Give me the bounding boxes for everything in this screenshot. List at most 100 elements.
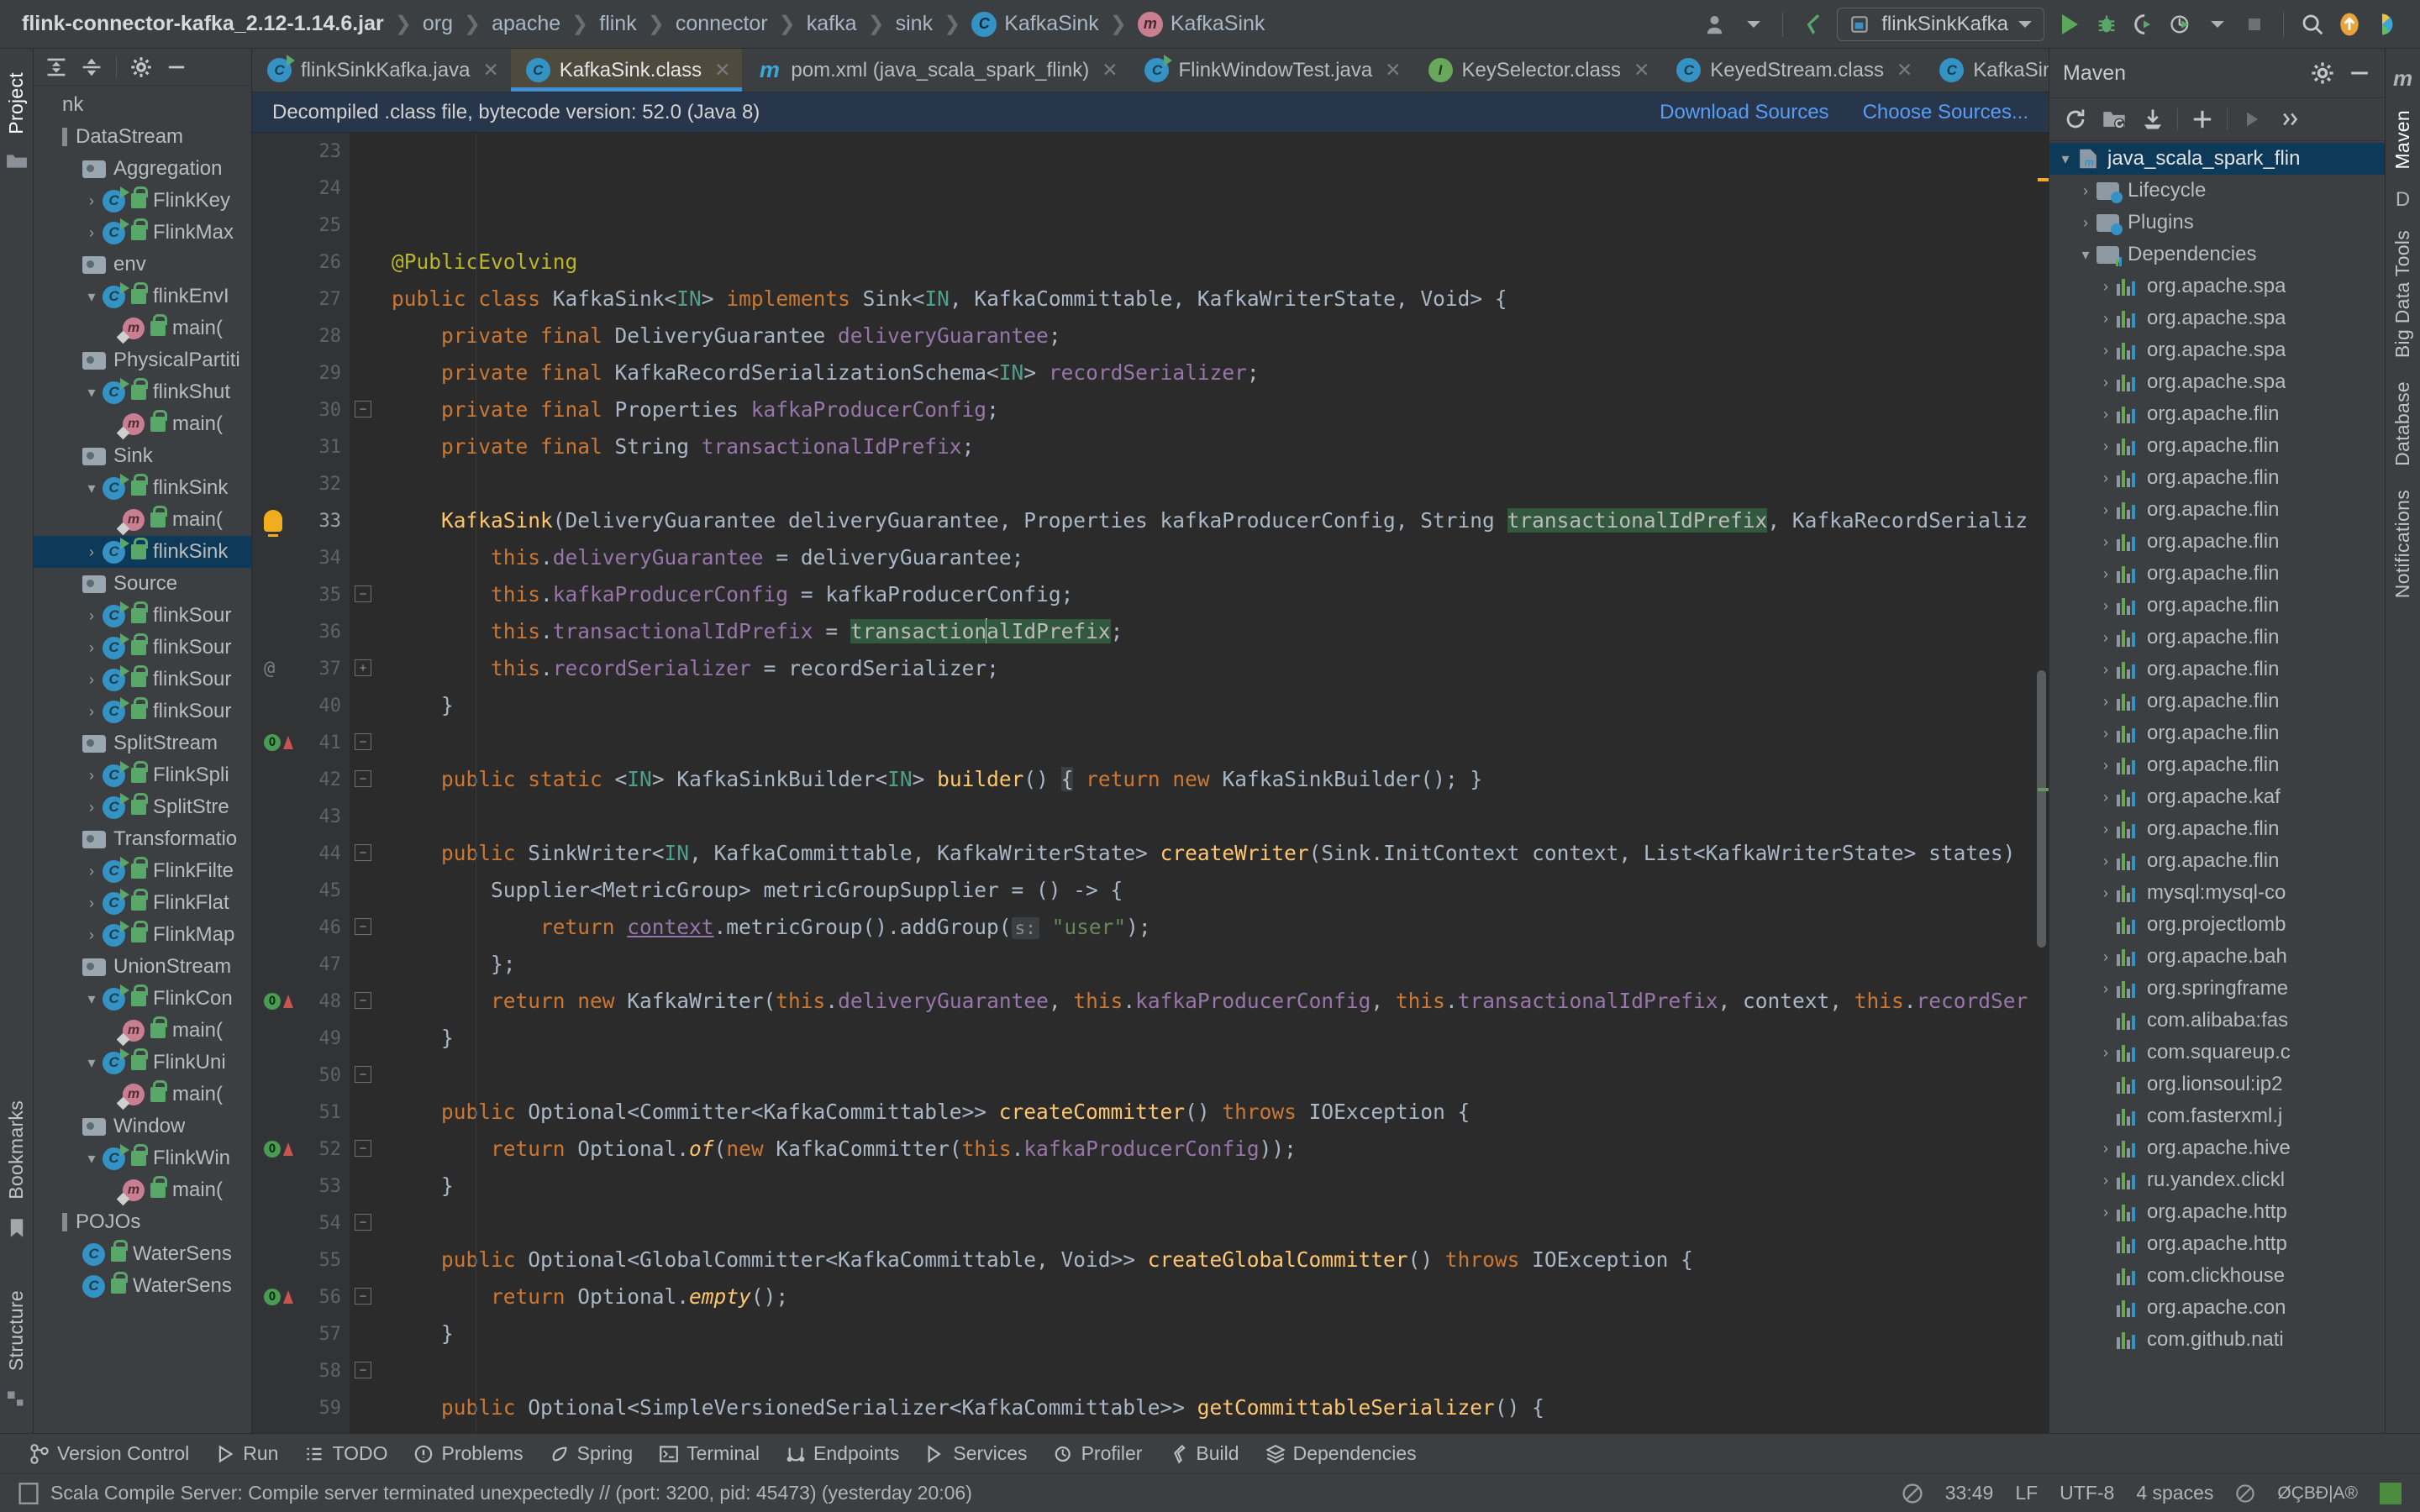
bottom-tool-build[interactable]: Build [1155, 1437, 1252, 1471]
code-line[interactable]: } [392, 687, 2049, 724]
run-button[interactable] [2051, 6, 2088, 43]
account-icon[interactable] [1698, 6, 1735, 43]
tree-item[interactable]: env [34, 249, 251, 281]
line-number[interactable]: 50 [252, 1057, 350, 1094]
line-number[interactable]: @37 [252, 650, 350, 687]
line-number[interactable]: O 56 [252, 1278, 350, 1315]
chevron-down-icon[interactable]: ▾ [81, 288, 103, 306]
line-number[interactable]: O 48 [252, 983, 350, 1020]
caret-position[interactable]: 33:49 [1945, 1482, 1994, 1504]
run-maven-build-icon[interactable] [2233, 102, 2271, 136]
tree-item[interactable]: Window [34, 1110, 251, 1142]
maven-tree-item[interactable]: › org.apache.flin [2049, 813, 2385, 845]
fold-marker[interactable]: − [350, 983, 378, 1020]
choose-sources-link[interactable]: Choose Sources... [1863, 101, 2028, 124]
chevron-right-icon[interactable]: › [81, 895, 103, 912]
line-number[interactable]: 24 [252, 170, 350, 207]
maven-tree[interactable]: ▾ m java_scala_spark_flin › Lifecycle › Plugin… [2049, 141, 2385, 1433]
tree-item[interactable]: ▾ CflinkEnvI [34, 281, 251, 312]
fold-marker[interactable]: − [350, 761, 378, 798]
chevron-down-icon[interactable]: ▾ [81, 384, 103, 402]
chevron-right-icon[interactable]: › [2095, 310, 2117, 328]
maven-tree-item[interactable]: › org.apache.flin [2049, 494, 2385, 526]
fold-collapse-icon[interactable]: − [355, 1140, 371, 1157]
chevron-down-icon[interactable]: ▾ [2075, 246, 2096, 264]
line-number[interactable]: 58 [252, 1352, 350, 1389]
chevron-down-icon[interactable]: ▾ [81, 990, 103, 1008]
download-sources-icon[interactable] [2133, 102, 2172, 136]
chevron-right-icon[interactable]: › [2095, 406, 2117, 423]
fold-marker[interactable]: − [350, 1426, 378, 1433]
bookmark-icon[interactable] [9, 1218, 24, 1238]
line-number[interactable]: 28 [252, 318, 350, 354]
maven-tree-item[interactable]: org.projectlomb [2049, 909, 2385, 941]
sidebar-item-notifications[interactable]: Notifications [2391, 478, 2414, 610]
line-number[interactable]: O 41 [252, 724, 350, 761]
maven-tree-item[interactable]: › org.apache.spa [2049, 334, 2385, 366]
line-number[interactable]: 49 [252, 1020, 350, 1057]
structure-icon[interactable] [7, 1389, 26, 1408]
fold-marker[interactable]: − [350, 1131, 378, 1168]
line-number[interactable]: O 52 [252, 1131, 350, 1168]
line-number[interactable]: 23 [252, 133, 350, 170]
tree-item[interactable]: › CflinkSink [34, 536, 251, 568]
fold-marker[interactable]: − [350, 391, 378, 428]
tree-item[interactable]: › C FlinkFlat [34, 887, 251, 919]
fold-marker[interactable]: − [350, 1278, 378, 1315]
file-encoding[interactable]: UTF-8 [2060, 1482, 2114, 1504]
breadcrumb-flink[interactable]: flink [599, 12, 636, 36]
tree-item[interactable]: Sink [34, 440, 251, 472]
bottom-tool-spring[interactable]: Spring [537, 1437, 646, 1471]
code-editor[interactable]: 23 24 25 26 27 28 29 30 31 32 33 34 35 36 @37 40 O 41 42 43… [252, 133, 2049, 1433]
chevron-down-icon[interactable]: ▾ [81, 480, 103, 497]
maven-tree-item[interactable]: › org.apache.flin [2049, 590, 2385, 622]
fold-collapse-icon[interactable]: − [355, 401, 371, 417]
more-icon[interactable] [2271, 102, 2310, 136]
fold-collapse-icon[interactable]: − [355, 918, 371, 935]
code-line[interactable] [392, 1352, 2049, 1389]
breadcrumb-method[interactable]: KafkaSink [1171, 12, 1265, 36]
line-number[interactable]: 25 [252, 207, 350, 244]
overriding-method-icon[interactable]: O [264, 1289, 293, 1305]
fold-marker[interactable]: − [350, 1205, 378, 1242]
breadcrumb-connector[interactable]: connector [676, 12, 768, 36]
line-number[interactable]: 47 [252, 946, 350, 983]
code-line[interactable]: KafkaSink(DeliveryGuarantee deliveryGuar… [392, 502, 2049, 539]
code-line[interactable]: private final Properties kafkaProducerCo… [392, 391, 2049, 428]
bigdata-tools-icon[interactable]: D [2396, 188, 2410, 212]
code-line[interactable]: } [392, 1168, 2049, 1205]
code-line[interactable]: } [392, 1315, 2049, 1352]
run-with-coverage-icon[interactable] [2125, 6, 2162, 43]
breadcrumb-kafka[interactable]: kafka [807, 12, 857, 36]
chevron-right-icon[interactable]: › [2095, 1204, 2117, 1221]
code-content[interactable]: @PublicEvolving public class KafkaSink<IN… [378, 133, 2049, 1433]
tree-item-method[interactable]: m main( [34, 1079, 251, 1110]
close-icon[interactable]: ✕ [482, 59, 498, 81]
sidebar-item-maven[interactable]: Maven [2391, 98, 2414, 181]
close-icon[interactable]: ✕ [1634, 59, 1649, 81]
code-line[interactable]: private final String transactionalIdPref… [392, 428, 2049, 465]
fold-collapse-icon[interactable]: − [355, 585, 371, 602]
chevron-right-icon[interactable]: › [2095, 501, 2117, 519]
project-tree[interactable]: nk DataStream Aggregation › C FlinkKey › C Flink… [34, 86, 251, 1433]
chevron-right-icon[interactable]: › [81, 863, 103, 880]
maven-tree-item[interactable]: › org.springframe [2049, 973, 2385, 1005]
chevron-right-icon[interactable]: › [81, 607, 103, 625]
line-number[interactable]: 32 [252, 465, 350, 502]
ime-badge[interactable] [2380, 1482, 2402, 1504]
overriding-method-icon[interactable]: O [264, 993, 293, 1010]
project-folder-icon[interactable] [6, 153, 28, 170]
tree-item[interactable]: UnionStream [34, 951, 251, 983]
chevron-right-icon[interactable]: › [2075, 214, 2096, 232]
line-number[interactable]: 27 [252, 281, 350, 318]
line-number[interactable]: 40 [252, 687, 350, 724]
tree-item[interactable]: › C SplitStre [34, 791, 251, 823]
editor-tab[interactable]: C FlinkWindowTest.java ✕ [1129, 49, 1413, 92]
line-number[interactable]: 33 [252, 502, 350, 539]
breadcrumb-sink[interactable]: sink [896, 12, 933, 36]
editor-gutter[interactable]: 23 24 25 26 27 28 29 30 31 32 33 34 35 36 @37 40 O 41 42 43… [252, 133, 350, 1433]
maven-tree-item[interactable]: › org.apache.flin [2049, 717, 2385, 749]
maven-tree-item[interactable]: › org.apache.flin [2049, 398, 2385, 430]
sidebar-item-project[interactable]: Project [5, 60, 28, 146]
maven-tree-item[interactable]: › org.apache.flin [2049, 749, 2385, 781]
